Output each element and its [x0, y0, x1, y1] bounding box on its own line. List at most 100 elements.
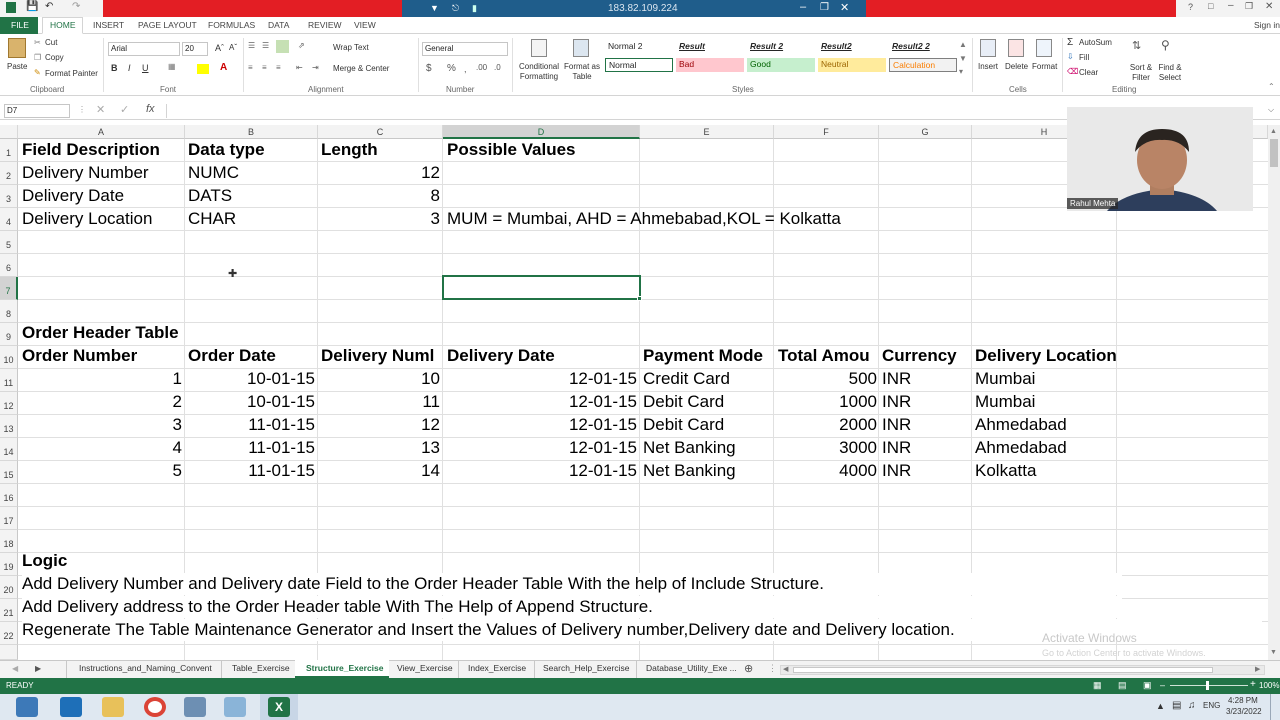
style-result[interactable]: Result [676, 40, 744, 54]
font-size-select[interactable]: 20 [182, 42, 208, 56]
tab-insert[interactable]: INSERT [93, 20, 124, 30]
enter-formula-icon[interactable]: ✓ [120, 103, 129, 116]
normal-view-icon[interactable]: ▦ [1093, 680, 1102, 691]
tray-arrow-icon[interactable]: ▲ [1156, 701, 1165, 711]
sheet-tab-instructions[interactable]: Instructions_and_Naming_Convent [79, 663, 212, 673]
align-middle-icon[interactable]: ☰ [262, 41, 269, 50]
cell-e12[interactable]: Debit Card [643, 391, 773, 413]
cell-c11[interactable]: 10 [321, 368, 440, 390]
fill-button[interactable]: Fill [1079, 53, 1089, 62]
redo-icon[interactable]: ↷ [72, 1, 80, 12]
style-neutral[interactable]: Neutral [818, 58, 886, 72]
cell-c3[interactable]: 8 [321, 185, 440, 207]
cell-a1[interactable]: Field Description [22, 139, 184, 161]
scroll-down-icon[interactable]: ▼ [1270, 649, 1277, 656]
zoom-in-icon[interactable]: + [1250, 679, 1256, 690]
clear-button[interactable]: Clear [1079, 68, 1098, 77]
insert-button[interactable]: Insert [978, 62, 998, 71]
help-button[interactable]: ? [1188, 2, 1193, 12]
row-header[interactable]: 12 [0, 392, 18, 415]
cell-f12[interactable]: 1000 [778, 391, 877, 413]
row-header[interactable]: 11 [0, 369, 18, 392]
cell-a15[interactable]: 5 [22, 460, 182, 482]
prev-sheet-icon[interactable]: ◀ [12, 664, 18, 673]
bold-button[interactable]: B [111, 63, 118, 73]
tab-home[interactable]: HOME [50, 20, 76, 30]
tab-file[interactable]: FILE [11, 20, 29, 30]
cell-c15[interactable]: 14 [321, 460, 440, 482]
row-header[interactable]: 9 [0, 323, 18, 346]
cell-b11[interactable]: 10-01-15 [188, 368, 315, 390]
align-top-icon[interactable]: ☰ [248, 41, 255, 50]
style-normal[interactable]: Normal [605, 58, 673, 72]
cell-d11[interactable]: 12-01-15 [447, 368, 637, 390]
currency-icon[interactable]: $ [426, 63, 432, 74]
cell-d12[interactable]: 12-01-15 [447, 391, 637, 413]
cell-a21[interactable]: Add Delivery address to the Order Header… [22, 596, 1122, 618]
cell-c4[interactable]: 3 [321, 208, 440, 230]
cell-b4[interactable]: CHAR [188, 208, 317, 230]
remote-restore-icon[interactable]: ❐ [820, 2, 829, 13]
conditional-formatting-button[interactable]: Conditional Formatting [516, 62, 562, 82]
scroll-up-icon[interactable]: ▲ [1270, 128, 1277, 135]
paste-icon[interactable] [8, 38, 26, 58]
decrease-decimal-icon[interactable]: .0 [494, 63, 501, 72]
tab-review[interactable]: REVIEW [308, 20, 342, 30]
cell-d13[interactable]: 12-01-15 [447, 414, 637, 436]
sheet-tab-database-utility[interactable]: Database_Utility_Exe ... [646, 663, 737, 673]
scrollbar-thumb[interactable] [1270, 139, 1278, 167]
comma-icon[interactable]: , [464, 64, 467, 74]
cell-b1[interactable]: Data type [188, 139, 317, 161]
expand-formula-icon[interactable]: ⌵ [1268, 105, 1274, 115]
scroll-right-icon[interactable]: ▶ [1255, 665, 1260, 673]
style-normal-2[interactable]: Normal 2 [605, 40, 673, 54]
document-icon[interactable] [224, 697, 246, 717]
styles-scroll-down-icon[interactable]: ▼ [959, 54, 967, 63]
cell-g12[interactable]: INR [882, 391, 971, 413]
row-header[interactable]: 10 [0, 346, 18, 369]
splitter-icon[interactable]: ⋮ [768, 663, 777, 674]
cell-e11[interactable]: Credit Card [643, 368, 773, 390]
row-header[interactable]: 8 [0, 300, 18, 323]
add-sheet-icon[interactable]: ⊕ [744, 662, 753, 675]
styles-scroll-up-icon[interactable]: ▲ [959, 40, 967, 49]
zoom-slider[interactable] [1170, 685, 1248, 686]
save-icon[interactable]: 💾 [26, 1, 38, 12]
cell-f14[interactable]: 3000 [778, 437, 877, 459]
format-painter-button[interactable]: Format Painter [45, 69, 98, 78]
format-as-table-button[interactable]: Format as Table [563, 62, 601, 82]
ribbon-options-icon[interactable]: □ [1208, 1, 1213, 11]
style-calculation[interactable]: Calculation [889, 58, 957, 72]
cell-f15[interactable]: 4000 [778, 460, 877, 482]
cell-a19[interactable]: Logic [22, 550, 322, 572]
shrink-font-icon[interactable]: Aˇ [229, 43, 237, 52]
volume-icon[interactable]: ♫ [1188, 700, 1196, 711]
network-icon[interactable]: ▤ [1172, 700, 1181, 711]
row-header[interactable]: 22 [0, 622, 18, 645]
cell-e10[interactable]: Payment Mode [643, 345, 773, 367]
cell-b10[interactable]: Order Date [188, 345, 317, 367]
percent-icon[interactable]: % [447, 63, 456, 74]
column-header-g[interactable]: G [879, 125, 972, 139]
cell-f10[interactable]: Total Amou [778, 345, 878, 367]
cell-a3[interactable]: Delivery Date [22, 185, 184, 207]
row-header[interactable]: 7 [0, 277, 18, 300]
cell-e13[interactable]: Debit Card [643, 414, 773, 436]
excel-taskbar-icon[interactable]: X [268, 697, 290, 717]
restore-icon[interactable]: ❐ [1245, 1, 1253, 12]
cell-g14[interactable]: INR [882, 437, 971, 459]
row-header[interactable]: 4 [0, 208, 18, 231]
tab-page-layout[interactable]: PAGE LAYOUT [138, 20, 197, 30]
cell-b13[interactable]: 11-01-15 [188, 414, 315, 436]
column-header-d[interactable]: D [443, 125, 640, 139]
collapse-ribbon-icon[interactable]: ⌃ [1268, 82, 1275, 91]
cell-g10[interactable]: Currency [882, 345, 971, 367]
style-good[interactable]: Good [747, 58, 815, 72]
cell-c2[interactable]: 12 [321, 162, 440, 184]
cell-b15[interactable]: 11-01-15 [188, 460, 315, 482]
align-right-icon[interactable]: ≡ [276, 63, 281, 72]
tab-view[interactable]: VIEW [354, 20, 376, 30]
cell-c10[interactable]: Delivery Numl [321, 345, 442, 367]
decrease-indent-icon[interactable]: ⇤ [296, 63, 303, 72]
vertical-scrollbar[interactable]: ▲ ▼ [1268, 125, 1280, 660]
